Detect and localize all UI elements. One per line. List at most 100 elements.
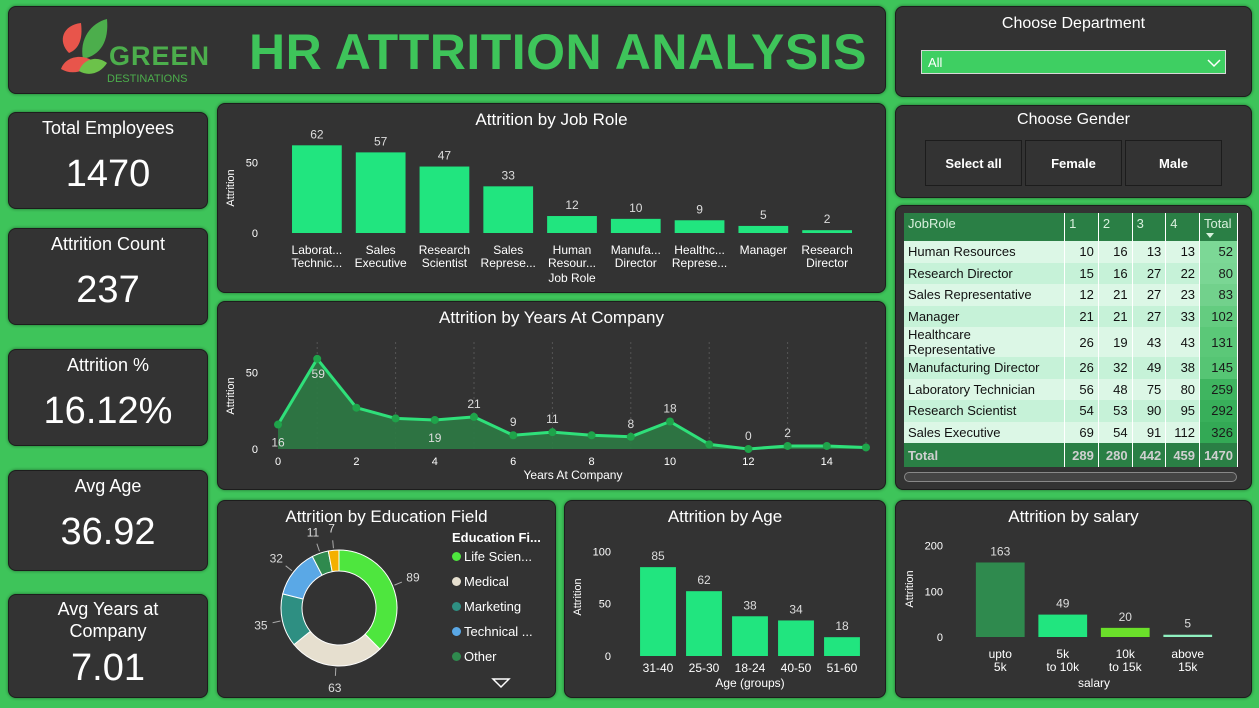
data-label: 35 [254, 618, 268, 632]
card-value: 36.92 [60, 511, 156, 553]
data-label: 47 [438, 149, 452, 163]
column-header[interactable]: 1 [1064, 213, 1099, 241]
gender-female-button[interactable]: Female [1025, 140, 1122, 186]
y-tick-label: 100 [593, 546, 611, 558]
table-row[interactable]: Manufacturing Director 26 32 49 38 145 [904, 357, 1238, 379]
row-label: Manager [904, 305, 1066, 327]
table-row[interactable]: Research Scientist 54 53 90 95 292 [904, 400, 1238, 422]
bar [732, 616, 768, 656]
cell: 145 [1199, 357, 1238, 379]
gender-select-all-button[interactable]: Select all [925, 140, 1022, 186]
column-header[interactable]: 4 [1165, 213, 1201, 241]
cell: 326 [1199, 421, 1238, 443]
y-tick-label: 50 [246, 368, 258, 380]
x-tick-label: 14 [821, 456, 833, 468]
card-value: 16.12% [43, 390, 173, 432]
cell: 13 [1165, 241, 1201, 263]
card-value: 1470 [65, 153, 151, 195]
column-header[interactable]: JobRole [904, 213, 1066, 241]
column-header[interactable]: 3 [1132, 213, 1167, 241]
column-header[interactable]: 2 [1098, 213, 1133, 241]
x-tick-label: Sales Represe... [481, 243, 536, 270]
horizontal-scrollbar[interactable] [904, 472, 1237, 482]
scroll-down-icon[interactable] [491, 677, 511, 689]
x-tick-label: 12 [742, 456, 754, 468]
data-point [509, 431, 518, 440]
data-point [587, 431, 596, 440]
cell: 16 [1098, 241, 1133, 263]
y-tick-label: 200 [925, 541, 943, 553]
x-tick-label: Research Director [801, 243, 852, 270]
leader-line [285, 565, 293, 572]
age-chart-panel: Attrition by Age 0 50 100 Attrition 85 31-40 6… [564, 500, 886, 698]
cell: 27 [1132, 262, 1167, 284]
data-label: 11 [546, 412, 559, 426]
chevron-down-icon [1207, 59, 1221, 68]
table-row[interactable]: Laboratory Technician 56 48 75 80 259 [904, 378, 1238, 400]
data-point [313, 354, 322, 363]
salary-chart-panel: Attrition by salary 0 100 200 Attrition 163 u… [895, 500, 1252, 698]
x-tick-label: Manager [740, 243, 787, 257]
jobrole-matrix-table: JobRole 1 2 3 4 Total Human Resources 10 16 13 13 5… [904, 213, 1238, 467]
cell: 16 [1098, 262, 1133, 284]
card-value: 7.01 [71, 647, 145, 689]
legend-label: Marketing [464, 599, 522, 614]
data-point [430, 415, 439, 424]
x-axis-label: Job Role [548, 271, 596, 285]
row-label: Sales Executive [904, 421, 1066, 443]
x-tick-label: upto 5k [989, 647, 1013, 674]
card-avg-age: Avg Age 36.92 [8, 470, 208, 571]
card-label: Avg Age [74, 476, 142, 496]
card-total-employees: Total Employees 1470 [8, 112, 208, 209]
data-label: 38 [743, 598, 757, 612]
gender-male-button[interactable]: Male [1125, 140, 1222, 186]
table-row[interactable]: Human Resources 10 16 13 13 52 [904, 241, 1238, 263]
table-row[interactable]: Healthcare Representative 26 19 43 43 131 [904, 327, 1238, 357]
data-label: 9 [696, 202, 703, 216]
gender-filter-panel: Choose Gender Select all Female Male [895, 105, 1252, 198]
cell: 259 [1199, 378, 1238, 400]
data-point [352, 403, 361, 412]
bar [802, 230, 852, 233]
data-label: 89 [406, 571, 420, 585]
bar [686, 591, 722, 656]
legend-item[interactable]: Medical [452, 574, 509, 589]
cell: 95 [1165, 400, 1201, 422]
cell: 21 [1098, 305, 1133, 327]
data-label: 163 [990, 544, 1010, 558]
data-label: 49 [1056, 597, 1070, 611]
row-label: Human Resources [904, 241, 1066, 263]
bar [610, 218, 661, 233]
total-cell: 289 [1064, 443, 1099, 467]
table-row[interactable]: Research Director 15 16 27 22 80 [904, 262, 1238, 284]
table-row[interactable]: Sales Executive 69 54 91 112 326 [904, 421, 1238, 443]
cell: 22 [1165, 262, 1201, 284]
x-tick-label: 31-40 [643, 661, 674, 675]
cell: 131 [1199, 327, 1238, 357]
legend-item[interactable]: Marketing [452, 599, 521, 614]
matrix-header-row: JobRole 1 2 3 4 Total [904, 213, 1238, 241]
data-label: 20 [1119, 610, 1133, 624]
legend-item[interactable]: Technical ... [452, 624, 533, 639]
dropdown-value: All [928, 55, 943, 70]
table-row[interactable]: Manager 21 21 27 33 102 [904, 305, 1238, 327]
department-dropdown[interactable]: All [921, 50, 1226, 74]
department-filter-panel: Choose Department All [895, 6, 1252, 97]
data-point [862, 443, 870, 452]
total-cell: Total [904, 443, 1066, 467]
data-point [391, 414, 400, 423]
leader-line [272, 620, 281, 624]
data-label: 62 [697, 573, 711, 587]
data-point [274, 420, 282, 429]
legend-dot-icon [452, 627, 461, 636]
cell: 26 [1064, 327, 1099, 357]
legend-item[interactable]: Life Scien... [452, 549, 532, 564]
x-tick-label: 5k to 10k [1046, 647, 1080, 674]
leader-line [394, 581, 403, 586]
x-tick-label: Laborat... Technic... [292, 243, 343, 270]
sort-desc-icon [1206, 233, 1215, 238]
cell: 53 [1098, 400, 1133, 422]
legend-item[interactable]: Other [452, 649, 497, 664]
column-header[interactable]: Total [1199, 213, 1238, 241]
table-row[interactable]: Sales Representative 12 21 27 23 83 [904, 284, 1238, 306]
